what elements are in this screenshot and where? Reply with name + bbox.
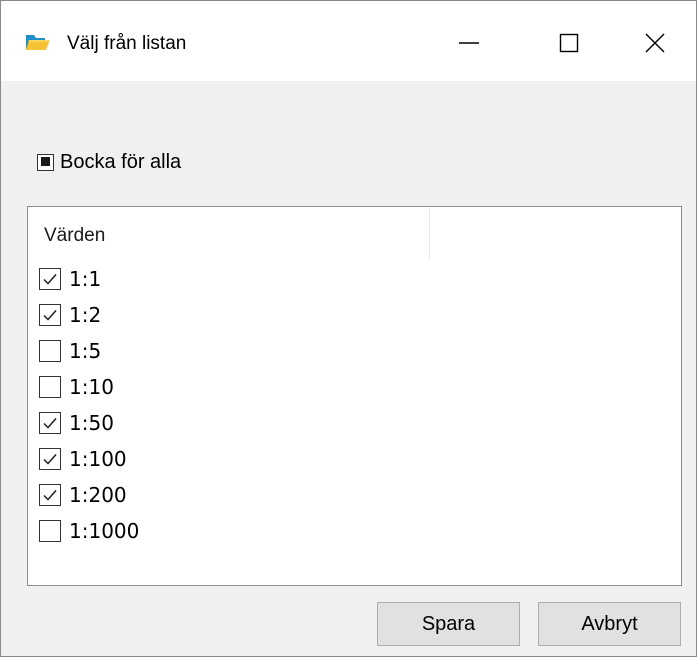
list-item[interactable]: 1:100 bbox=[39, 441, 139, 477]
item-checkbox[interactable] bbox=[39, 268, 61, 290]
list-item[interactable]: 1:200 bbox=[39, 477, 139, 513]
item-checkbox[interactable] bbox=[39, 520, 61, 542]
select-all-box[interactable] bbox=[37, 153, 54, 171]
item-checkbox[interactable] bbox=[39, 412, 61, 434]
column-divider[interactable] bbox=[429, 209, 430, 259]
list-rows: 1:1 1:2 1:5 1:10 1:50 1:100 1:200 1:1000 bbox=[39, 261, 139, 549]
list-item[interactable]: 1:10 bbox=[39, 369, 139, 405]
minimize-icon bbox=[458, 32, 480, 59]
item-checkbox[interactable] bbox=[39, 484, 61, 506]
checkmark-icon bbox=[43, 310, 57, 321]
checkmark-icon bbox=[43, 490, 57, 501]
folder-open-icon bbox=[25, 32, 51, 52]
maximize-icon bbox=[558, 32, 580, 59]
column-header-label: Värden bbox=[44, 225, 106, 246]
item-checkbox[interactable] bbox=[39, 340, 61, 362]
list-item[interactable]: 1:1000 bbox=[39, 513, 139, 549]
checkmark-icon bbox=[43, 454, 57, 465]
checkmark-icon bbox=[43, 274, 57, 285]
item-label: 1:2 bbox=[69, 303, 102, 327]
values-list[interactable]: Värden 1:1 1:2 1:5 1:10 1:50 1:100 1:200 1:1000 bbox=[27, 206, 682, 586]
list-item[interactable]: 1:2 bbox=[39, 297, 139, 333]
column-header[interactable]: Värden bbox=[28, 207, 430, 261]
dialog-window: Välj från listan Bocka för alla Värden 1… bbox=[0, 0, 697, 657]
window-title: Välj från listan bbox=[67, 33, 187, 54]
item-checkbox[interactable] bbox=[39, 448, 61, 470]
item-checkbox[interactable] bbox=[39, 376, 61, 398]
item-label: 1:5 bbox=[69, 339, 102, 363]
item-label: 1:100 bbox=[69, 447, 127, 471]
list-item[interactable]: 1:50 bbox=[39, 405, 139, 441]
item-checkbox[interactable] bbox=[39, 304, 61, 326]
select-all-checkbox[interactable]: Bocka för alla bbox=[37, 148, 181, 176]
item-label: 1:200 bbox=[69, 483, 127, 507]
minimize-button[interactable] bbox=[439, 21, 499, 69]
close-button[interactable] bbox=[625, 21, 685, 69]
item-label: 1:1 bbox=[69, 267, 102, 291]
item-label: 1:10 bbox=[69, 375, 114, 399]
checkmark-icon bbox=[43, 418, 57, 429]
maximize-button[interactable] bbox=[539, 21, 599, 69]
select-all-label: Bocka för alla bbox=[60, 150, 182, 173]
item-label: 1:1000 bbox=[69, 519, 140, 543]
save-button[interactable]: Spara bbox=[377, 602, 520, 646]
title-bar: Välj från listan bbox=[1, 1, 696, 81]
cancel-button[interactable]: Avbryt bbox=[538, 602, 681, 646]
list-item[interactable]: 1:1 bbox=[39, 261, 139, 297]
close-icon bbox=[644, 32, 666, 59]
list-item[interactable]: 1:5 bbox=[39, 333, 139, 369]
item-label: 1:50 bbox=[69, 411, 114, 435]
